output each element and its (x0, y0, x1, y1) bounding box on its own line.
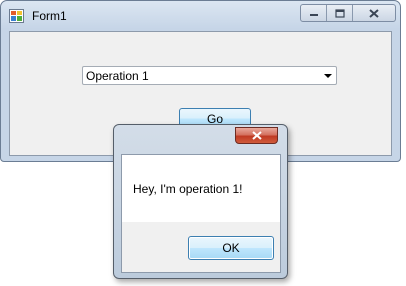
message-box-client: Hey, I'm operation 1! OK (121, 154, 281, 273)
minimize-button[interactable] (301, 5, 327, 21)
minimize-icon (309, 14, 318, 16)
close-button[interactable] (353, 5, 395, 21)
chevron-down-icon[interactable] (324, 74, 332, 78)
combo-selected-value: Operation 1 (86, 69, 149, 83)
maximize-icon (334, 8, 345, 18)
form-app-icon (9, 9, 24, 23)
close-icon (251, 131, 262, 140)
message-box: Hey, I'm operation 1! OK (113, 124, 288, 279)
message-box-close-button[interactable] (235, 127, 278, 144)
window-title: Form1 (32, 9, 67, 23)
operation-combobox[interactable]: Operation 1 (82, 66, 337, 85)
ok-button[interactable]: OK (188, 236, 274, 260)
close-icon (369, 8, 379, 18)
message-text: Hey, I'm operation 1! (133, 182, 243, 196)
maximize-button[interactable] (327, 5, 353, 21)
message-body: Hey, I'm operation 1! (122, 155, 280, 222)
caption-buttons (300, 4, 396, 22)
